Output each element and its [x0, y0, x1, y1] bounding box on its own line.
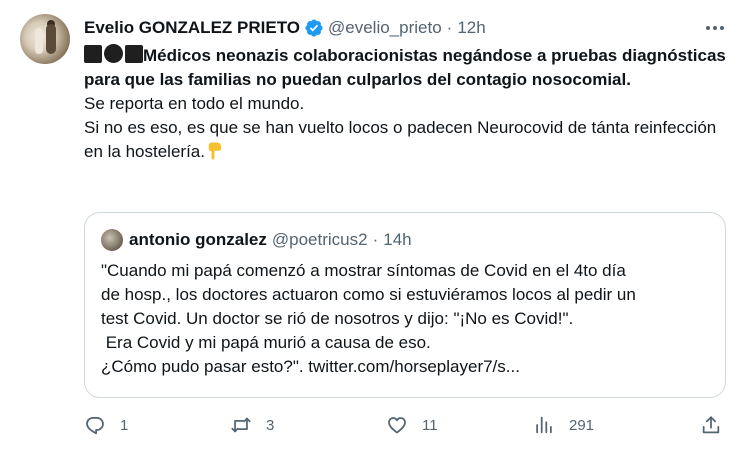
reply-button[interactable]: 1	[84, 414, 128, 436]
black-square-emoji-icon	[125, 45, 143, 63]
heart-icon	[388, 417, 406, 434]
author-avatar[interactable]	[20, 14, 70, 64]
quoted-line: de hosp., los doctores actuaron como si …	[101, 285, 636, 304]
quoted-author-handle: @poetricus2	[271, 230, 368, 249]
quoted-time: 14h	[383, 230, 412, 249]
quoted-tweet[interactable]: antonio gonzalez @poetricus2 · 14h "Cuan…	[84, 212, 726, 398]
retweet-icon	[231, 417, 251, 433]
tweet-body: Médicos neonazis colaboracionistas negán…	[84, 44, 734, 164]
tweet-line: Si no es eso, es que se han vuelto locos…	[84, 118, 717, 161]
like-button[interactable]: 11	[386, 414, 438, 436]
tweet-header: Evelio GONZALEZ PRIETO @evelio_prieto · …	[84, 16, 486, 40]
separator-dot: ·	[446, 18, 453, 37]
black-circle-emoji-icon	[104, 44, 123, 63]
quoted-line: ¿Cómo pudo pasar esto?". twitter.com/hor…	[101, 357, 520, 376]
quoted-line: Era Covid y mi papá murió a causa de eso…	[101, 333, 431, 352]
tweet-lead: Médicos neonazis colaboracionistas negán…	[84, 44, 734, 92]
action-bar: 1 3 11 291	[84, 412, 734, 440]
reply-count: 1	[120, 416, 129, 434]
views-count: 291	[569, 416, 595, 434]
quoted-header: antonio gonzalez @poetricus2 · 14h	[101, 229, 412, 251]
quoted-line: test Covid. Un doctor se rió de nosotros…	[101, 309, 574, 328]
like-count: 11	[422, 416, 438, 434]
quoted-author-name: antonio gonzalez	[129, 230, 267, 249]
views-icon	[536, 416, 552, 434]
separator-dot: ·	[372, 230, 379, 249]
tweet-time[interactable]: 12h	[457, 18, 485, 38]
quoted-text: "Cuando mi papá comenzó a mostrar síntom…	[101, 259, 716, 379]
black-square-emoji-icon	[84, 45, 102, 63]
verified-badge-icon	[305, 19, 323, 37]
share-icon	[702, 416, 720, 434]
tweet: Evelio GONZALEZ PRIETO @evelio_prieto · …	[0, 0, 748, 456]
quoted-avatar	[101, 229, 123, 251]
tweet-line: Se reporta en todo el mundo.	[84, 94, 305, 113]
author-handle[interactable]: @evelio_prieto	[328, 18, 442, 38]
more-options-icon[interactable]	[700, 18, 730, 38]
views-button[interactable]: 291	[533, 414, 594, 436]
tweet-lead-text: Médicos neonazis colaboracionistas negán…	[84, 46, 726, 89]
retweet-button[interactable]: 3	[230, 414, 274, 436]
share-button[interactable]	[700, 414, 722, 436]
author-name[interactable]: Evelio GONZALEZ PRIETO	[84, 18, 300, 38]
reply-icon	[86, 416, 104, 435]
retweet-count: 3	[266, 416, 275, 434]
tweet-line-with-emoji: Si no es eso, es que se han vuelto locos…	[84, 116, 734, 164]
quoted-line: "Cuando mi papá comenzó a mostrar síntom…	[101, 261, 626, 280]
pointing-down-emoji-icon	[208, 142, 221, 160]
